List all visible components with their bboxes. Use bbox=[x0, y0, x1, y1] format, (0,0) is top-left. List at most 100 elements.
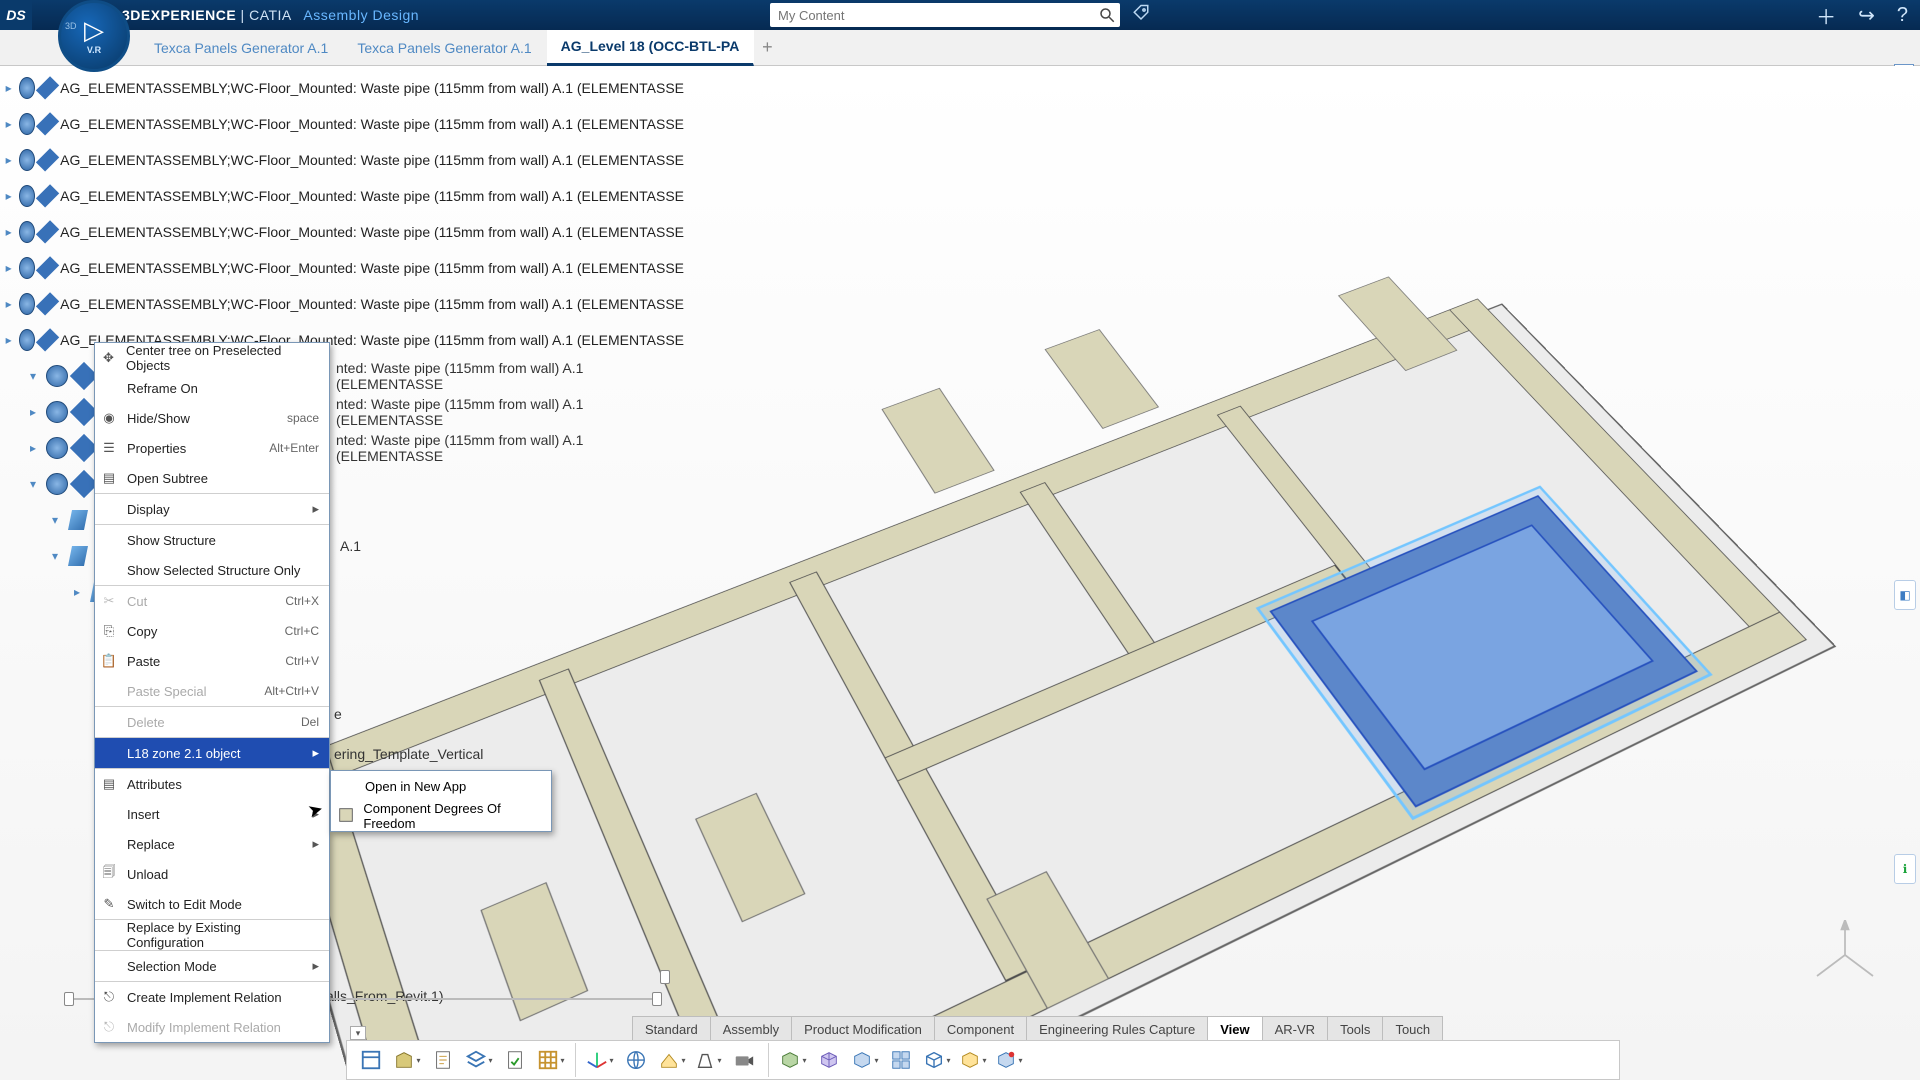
expander-icon[interactable]: ▸ bbox=[4, 189, 13, 203]
ribbon-tab-ar-vr[interactable]: AR-VR bbox=[1262, 1016, 1328, 1042]
ctx-open-subtree[interactable]: ▤ Open Subtree bbox=[95, 463, 329, 493]
ctx-create-implement[interactable]: ⎋ Create Implement Relation bbox=[95, 982, 329, 1012]
nav-gizmo[interactable] bbox=[1810, 920, 1880, 990]
ds-logo[interactable]: DS bbox=[0, 0, 32, 30]
ribbon-tab-component[interactable]: Component bbox=[934, 1016, 1027, 1042]
ribbon-tab-product-modification[interactable]: Product Modification bbox=[791, 1016, 935, 1042]
ctx-reframe-on[interactable]: Reframe On bbox=[95, 373, 329, 403]
expander-icon[interactable]: ▾ bbox=[26, 477, 40, 491]
tree-node[interactable]: ▸ AG_ELEMENTASSEMBLY;WC-Floor_Mounted: W… bbox=[4, 286, 684, 322]
side-widget-top[interactable]: ◧ bbox=[1894, 580, 1916, 610]
tab-1[interactable]: Texca Panels Generator A.1 bbox=[140, 30, 343, 66]
tree-node[interactable]: ▸ AG_ELEMENTASSEMBLY;WC-Floor_Mounted: W… bbox=[4, 214, 684, 250]
view-box-face-button[interactable]: ▾ bbox=[957, 1044, 989, 1076]
share-icon[interactable]: ↪ bbox=[1858, 3, 1875, 28]
ctx-insert[interactable]: Insert ▸ bbox=[95, 799, 329, 829]
view-globe-button[interactable] bbox=[620, 1044, 652, 1076]
add-icon[interactable]: ＋ bbox=[1816, 1, 1836, 30]
tree-label-partial: nted: Waste pipe (115mm from wall) A.1 (… bbox=[336, 432, 684, 464]
expander-icon[interactable]: ▸ bbox=[26, 405, 40, 419]
view-layers-button[interactable]: ▾ bbox=[463, 1044, 495, 1076]
expander-icon[interactable]: ▾ bbox=[48, 549, 62, 563]
ribbon-tab-view[interactable]: View bbox=[1207, 1016, 1262, 1042]
view-doc-check-button[interactable] bbox=[499, 1044, 531, 1076]
view-camera-button[interactable] bbox=[728, 1044, 760, 1076]
ctx-display[interactable]: Display ▸ bbox=[95, 494, 329, 524]
ctx-show-structure[interactable]: Show Structure bbox=[95, 525, 329, 555]
tree-label: AG_ELEMENTASSEMBLY;WC-Floor_Mounted: Was… bbox=[60, 80, 684, 96]
expander-icon[interactable]: ▸ bbox=[4, 297, 13, 311]
expander-icon[interactable]: ▸ bbox=[70, 585, 84, 599]
blank-icon bbox=[99, 378, 119, 398]
ctx-show-selected-only[interactable]: Show Selected Structure Only bbox=[95, 555, 329, 585]
ctx-shortcut: Ctrl+X bbox=[285, 594, 319, 608]
view-axes-button[interactable]: ▾ bbox=[584, 1044, 616, 1076]
ctx-hide-show[interactable]: ◉ Hide/Show space bbox=[95, 403, 329, 433]
ctx-paste[interactable]: 📋 Paste Ctrl+V bbox=[95, 646, 329, 676]
ribbon-tab-touch[interactable]: Touch bbox=[1382, 1016, 1443, 1042]
view-plane-button[interactable]: ▾ bbox=[656, 1044, 688, 1076]
ctx-switch-edit[interactable]: ✎ Switch to Edit Mode bbox=[95, 889, 329, 919]
ctx-selection-mode[interactable]: Selection Mode ▸ bbox=[95, 951, 329, 981]
compass-button[interactable]: 3D ▷ V.R bbox=[58, 0, 130, 72]
tag-icon[interactable] bbox=[1132, 4, 1154, 26]
view-box-array-button[interactable] bbox=[885, 1044, 917, 1076]
ribbon-tab-standard[interactable]: Standard bbox=[632, 1016, 711, 1042]
ctx-object-submenu[interactable]: L18 zone 2.1 object ▸ bbox=[95, 738, 329, 768]
ctx-delete[interactable]: Delete Del bbox=[95, 707, 329, 737]
tree-node[interactable]: ▸ AG_ELEMENTASSEMBLY;WC-Floor_Mounted: W… bbox=[4, 106, 684, 142]
tree-node[interactable]: ▸ AG_ELEMENTASSEMBLY;WC-Floor_Mounted: W… bbox=[4, 250, 684, 286]
search-input[interactable] bbox=[770, 8, 1094, 23]
view-grid-button[interactable]: ▾ bbox=[535, 1044, 567, 1076]
ctx-modify-implement[interactable]: ⎋ Modify Implement Relation bbox=[95, 1012, 329, 1042]
search-icon[interactable] bbox=[1094, 3, 1120, 27]
ribbon-tab-assembly[interactable]: Assembly bbox=[710, 1016, 792, 1042]
view-fullscreen-button[interactable] bbox=[355, 1044, 387, 1076]
expander-icon[interactable]: ▸ bbox=[4, 81, 13, 95]
side-widget-bottom[interactable]: ℹ bbox=[1894, 854, 1916, 884]
ribbon-tab-engineering-rules[interactable]: Engineering Rules Capture bbox=[1026, 1016, 1208, 1042]
ribbon-tab-tools[interactable]: Tools bbox=[1327, 1016, 1383, 1042]
ctx-properties[interactable]: ☰ Properties Alt+Enter bbox=[95, 433, 329, 463]
edit-icon: ✎ bbox=[99, 894, 119, 914]
tree-node[interactable]: ▸ AG_ELEMENTASSEMBLY;WC-Floor_Mounted: W… bbox=[4, 142, 684, 178]
expander-icon[interactable]: ▾ bbox=[26, 369, 40, 383]
assembly-icon bbox=[36, 184, 60, 208]
tab-2[interactable]: Texca Panels Generator A.1 bbox=[343, 30, 546, 66]
expander-icon[interactable]: ▸ bbox=[4, 117, 13, 131]
gear-icon bbox=[46, 365, 68, 387]
view-box-front-button[interactable]: ▾ bbox=[777, 1044, 809, 1076]
expander-icon[interactable]: ▸ bbox=[4, 261, 13, 275]
view-box-iso-button[interactable] bbox=[813, 1044, 845, 1076]
ctx-copy[interactable]: ⎘ Copy Ctrl+C bbox=[95, 616, 329, 646]
tab-3[interactable]: AG_Level 18 (OCC-BTL-PA bbox=[547, 30, 755, 66]
new-tab-button[interactable]: + bbox=[754, 37, 780, 58]
expander-icon[interactable]: ▾ bbox=[48, 513, 62, 527]
view-doc-button[interactable] bbox=[427, 1044, 459, 1076]
expander-icon[interactable]: ▸ bbox=[4, 153, 13, 167]
ctx-label: Create Implement Relation bbox=[127, 990, 282, 1005]
view-box-overlay-button[interactable]: ▾ bbox=[993, 1044, 1025, 1076]
help-icon[interactable]: ? bbox=[1897, 4, 1908, 27]
view-box-corner-button[interactable]: ▾ bbox=[849, 1044, 881, 1076]
expander-icon[interactable]: ▸ bbox=[26, 441, 40, 455]
tree-node[interactable]: ▸ AG_ELEMENTASSEMBLY;WC-Floor_Mounted: W… bbox=[4, 70, 684, 106]
ctx-shortcut: Alt+Enter bbox=[269, 441, 319, 455]
view-perspective-button[interactable]: ▾ bbox=[692, 1044, 724, 1076]
view-box-wire-button[interactable]: ▾ bbox=[921, 1044, 953, 1076]
ctx-paste-special[interactable]: Paste Special Alt+Ctrl+V bbox=[95, 676, 329, 706]
ctx-attributes[interactable]: ▤ Attributes bbox=[95, 769, 329, 799]
ctx-cut[interactable]: ✂ Cut Ctrl+X bbox=[95, 586, 329, 616]
ctx-replace-existing[interactable]: Replace by Existing Configuration bbox=[95, 920, 329, 950]
ctx-replace[interactable]: Replace ▸ bbox=[95, 829, 329, 859]
expander-icon[interactable]: ▸ bbox=[4, 333, 13, 347]
ctx-unload[interactable]: 🗐 Unload bbox=[95, 859, 329, 889]
sub-open-new-app[interactable]: Open in New App bbox=[331, 771, 551, 801]
ribbon-dropdown-toggle[interactable]: ▾ bbox=[350, 1026, 366, 1040]
ctx-center-tree[interactable]: ✥ Center tree on Preselected Objects bbox=[95, 343, 329, 373]
expander-icon[interactable]: ▸ bbox=[4, 225, 13, 239]
tree-label-partial: A.1 bbox=[340, 538, 361, 554]
view-fit-all-button[interactable]: ▾ bbox=[391, 1044, 423, 1076]
tree-node[interactable]: ▸ AG_ELEMENTASSEMBLY;WC-Floor_Mounted: W… bbox=[4, 178, 684, 214]
sub-component-dof[interactable]: Component Degrees Of Freedom bbox=[331, 801, 551, 831]
